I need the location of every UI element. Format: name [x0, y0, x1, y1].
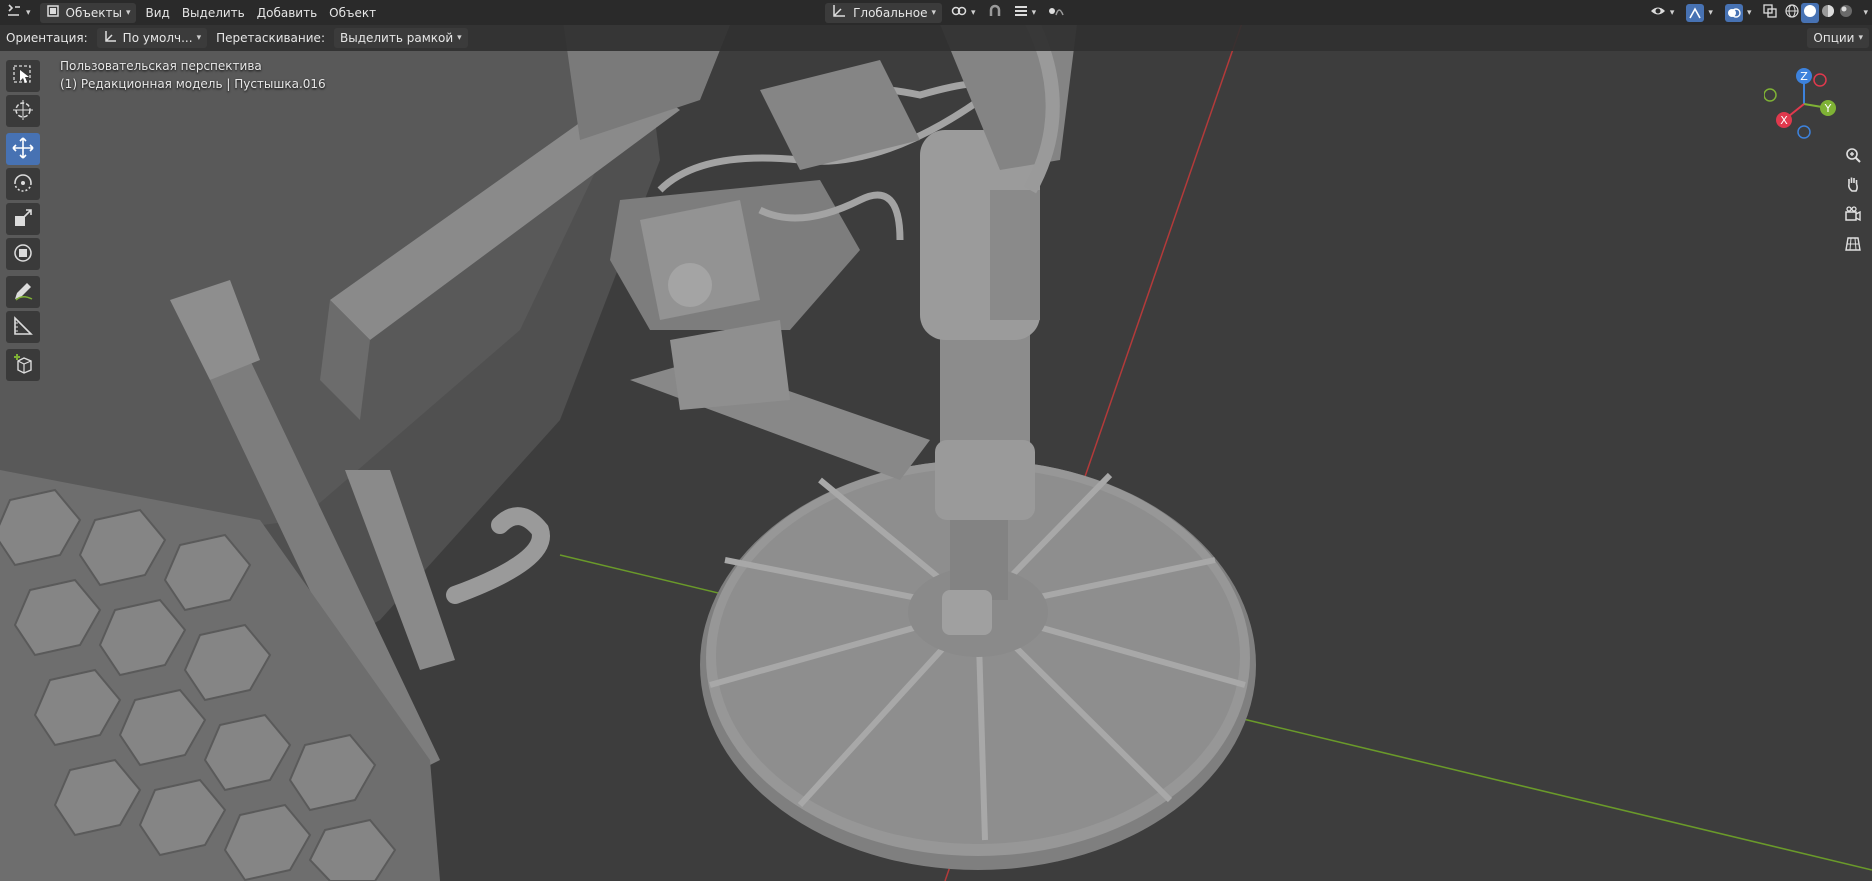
orientation-value: По умолч...: [122, 31, 193, 45]
visibility-dropdown[interactable]: ▾: [1644, 3, 1681, 23]
orientation-axes-icon: [831, 4, 847, 21]
zoom-icon: [1845, 147, 1861, 166]
gizmo-icon: [1686, 3, 1705, 22]
add-cube-icon: [12, 353, 34, 378]
chevron-down-icon: ▾: [1746, 7, 1752, 18]
transform-icon: [12, 242, 34, 267]
view-name: Пользовательская перспектива: [60, 59, 262, 73]
tool-annotate[interactable]: [6, 276, 40, 308]
rendered-sphere-icon: [1839, 4, 1853, 21]
tool-scale[interactable]: [6, 203, 40, 235]
tool-measure[interactable]: [6, 311, 40, 343]
gizmo-x-label: X: [1780, 114, 1788, 127]
proportional-edit-toggle[interactable]: [1042, 3, 1070, 23]
solid-sphere-icon: [1803, 4, 1817, 21]
transform-orientation-label: Глобальное: [853, 5, 928, 20]
snap-target-dropdown[interactable]: ▾: [1008, 3, 1043, 23]
cursor-crosshair-icon: [12, 99, 34, 124]
chevron-down-icon: ▾: [1863, 7, 1868, 18]
mode-dropdown[interactable]: Объекты ▾: [39, 2, 137, 23]
menu-add[interactable]: Добавить: [251, 3, 323, 23]
chevron-down-icon: ▾: [125, 7, 131, 18]
drag-value: Выделить рамкой: [339, 31, 454, 45]
editor-type-icon: [6, 4, 22, 21]
menu-view[interactable]: Вид: [139, 3, 175, 23]
zoom-button[interactable]: [1840, 143, 1866, 169]
link-icon: [951, 4, 967, 21]
editor-type-button[interactable]: ▾: [0, 3, 37, 23]
chevron-down-icon: ▾: [1031, 7, 1037, 18]
select-box-icon: [12, 64, 34, 89]
chevron-down-icon: ▾: [1858, 33, 1863, 43]
chevron-down-icon: ▾: [196, 33, 202, 43]
move-arrows-icon: [12, 136, 34, 162]
navigation-gizmo[interactable]: Z Y X: [1764, 64, 1844, 144]
options-dropdown[interactable]: Опции ▾: [1807, 28, 1869, 48]
eye-icon: [1650, 4, 1666, 21]
shading-options-dropdown[interactable]: ▾: [1855, 3, 1872, 23]
magnet-icon: [988, 4, 1002, 21]
snap-toggle[interactable]: [982, 3, 1008, 23]
chevron-down-icon: ▾: [1708, 7, 1713, 18]
ortho-toggle-button[interactable]: [1840, 232, 1866, 258]
header-bar: ▾ Объекты ▾ Вид Выделить Добавить Объект…: [0, 0, 1872, 25]
scale-icon: [12, 207, 34, 232]
xray-toggle[interactable]: [1757, 3, 1783, 23]
shading-rendered[interactable]: [1837, 3, 1855, 23]
hand-icon: [1845, 176, 1861, 195]
tool-transform[interactable]: [6, 238, 40, 270]
camera-view-button[interactable]: [1840, 202, 1866, 228]
object-info: (1) Редакционная модель | Пустышка.016: [60, 77, 326, 91]
mode-label: Объекты: [65, 5, 122, 20]
options-label: Опции: [1813, 31, 1855, 45]
gizmo-z-label: Z: [1800, 70, 1808, 83]
chevron-down-icon: ▾: [457, 33, 462, 43]
pan-button[interactable]: [1840, 172, 1866, 198]
shading-material[interactable]: [1819, 3, 1837, 23]
tool-select-box[interactable]: [6, 60, 40, 92]
wireframe-sphere-icon: [1785, 4, 1800, 21]
gizmo-neg-x-axis[interactable]: [1813, 73, 1827, 87]
chevron-down-icon: ▾: [1669, 7, 1675, 18]
pivot-point-dropdown[interactable]: ▾: [945, 3, 982, 23]
header-right-group: ▾ ▾ ▾ ▾: [1644, 2, 1872, 23]
gizmo-toggle[interactable]: ▾: [1680, 3, 1719, 23]
xray-icon: [1763, 4, 1778, 21]
proportional-edit-icon: [1048, 4, 1064, 21]
chevron-down-icon: ▾: [26, 7, 31, 18]
chevron-down-icon: ▾: [931, 7, 937, 18]
tool-cursor[interactable]: [6, 95, 40, 127]
chevron-down-icon: ▾: [971, 7, 976, 18]
tool-settings-bar: Ориентация: По умолч... ▾ Перетаскивание…: [0, 25, 1872, 51]
menu-select[interactable]: Выделить: [176, 3, 251, 23]
object-mode-icon: [46, 4, 60, 21]
orientation-dropdown[interactable]: По умолч... ▾: [96, 28, 208, 48]
overlays-toggle[interactable]: ▾: [1719, 3, 1758, 23]
gizmo-neg-z-axis[interactable]: [1797, 125, 1811, 139]
camera-icon: [1845, 205, 1861, 225]
drag-dropdown[interactable]: Выделить рамкой ▾: [333, 28, 468, 48]
orientation-icon: [103, 30, 117, 47]
3d-viewport[interactable]: [0, 0, 1872, 881]
ruler-icon: [12, 315, 34, 340]
tool-move[interactable]: [6, 133, 40, 165]
tool-shelf: [6, 60, 42, 384]
shading-wireframe[interactable]: [1783, 3, 1801, 23]
snap-increment-icon: [1014, 4, 1028, 21]
menu-object[interactable]: Объект: [323, 3, 382, 23]
gizmo-y-label: Y: [1824, 102, 1832, 115]
pencil-icon: [12, 280, 34, 305]
orientation-label: Ориентация:: [6, 31, 88, 45]
tool-rotate[interactable]: [6, 168, 40, 200]
drag-label: Перетаскивание:: [216, 31, 325, 45]
transform-orientation-dropdown[interactable]: Глобальное ▾: [825, 2, 943, 23]
grid-icon: [1845, 236, 1861, 255]
tool-add-cube[interactable]: [6, 349, 40, 381]
overlays-icon: [1724, 3, 1743, 22]
shading-solid[interactable]: [1801, 2, 1820, 23]
material-sphere-icon: [1821, 4, 1835, 21]
rotate-icon: [12, 172, 34, 197]
gizmo-neg-y-axis[interactable]: [1764, 88, 1777, 102]
